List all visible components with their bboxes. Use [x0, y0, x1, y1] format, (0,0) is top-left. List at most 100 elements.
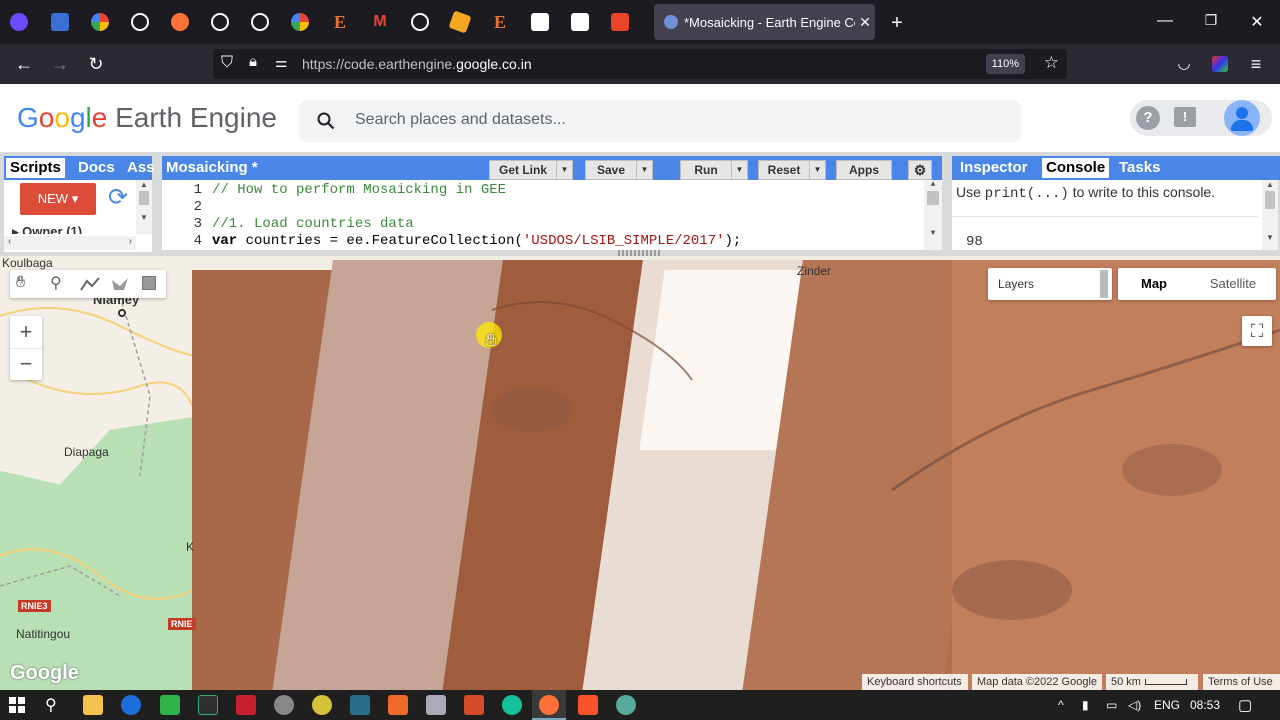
- restore-icon[interactable]: ❐: [1201, 12, 1221, 29]
- keyboard-shortcuts-link[interactable]: Keyboard shortcuts: [862, 674, 968, 690]
- app-icon[interactable]: [121, 695, 141, 715]
- terms-of-use-link[interactable]: Terms of Use: [1203, 674, 1280, 690]
- pinned-tab-arrow[interactable]: [48, 10, 72, 34]
- code-editor[interactable]: 1 // How to perform Mosaicking in GEE 2 …: [162, 180, 942, 250]
- app-icon[interactable]: [350, 695, 370, 715]
- pinned-tab-t[interactable]: [608, 10, 632, 34]
- apps-button[interactable]: Apps: [836, 160, 892, 180]
- pinned-tab-tag[interactable]: [448, 10, 472, 34]
- chevron-down-icon[interactable]: ▼: [636, 161, 652, 179]
- scale-bar[interactable]: 50 km: [1106, 674, 1198, 690]
- reset-button[interactable]: Reset ▼: [758, 160, 826, 180]
- owner-folder[interactable]: ▸ Owner (1): [12, 224, 82, 234]
- satellite-type-button[interactable]: Satellite: [1190, 268, 1276, 300]
- console-scrollbar[interactable]: ▲ ▼: [1262, 180, 1278, 250]
- pinned-tab-code[interactable]: [528, 10, 552, 34]
- pinned-tab-firefox[interactable]: [168, 10, 192, 34]
- search-icon[interactable]: ⚲: [45, 695, 57, 715]
- hand-pan-icon[interactable]: ✋︎: [16, 274, 25, 292]
- google-earth-engine-logo[interactable]: Google Earth Engine: [17, 102, 277, 134]
- powerpoint-icon[interactable]: [464, 695, 484, 715]
- map-type-button[interactable]: Map: [1118, 268, 1190, 300]
- get-link-button[interactable]: Get Link ▼: [489, 160, 573, 180]
- app-icon[interactable]: [160, 695, 180, 715]
- new-tab-button[interactable]: +: [887, 12, 907, 35]
- line-draw-icon[interactable]: [80, 276, 100, 292]
- map-canvas[interactable]: Koulbaga Niamey Diapaga Natitingou Zinde…: [0, 256, 1280, 690]
- close-tab-icon[interactable]: ✕: [855, 14, 875, 31]
- zoom-out-button[interactable]: −: [10, 348, 42, 380]
- tab-tasks[interactable]: Tasks: [1115, 158, 1164, 178]
- pinned-tab-proton[interactable]: [7, 10, 31, 34]
- app-icon[interactable]: [198, 695, 218, 715]
- bookmark-star-icon[interactable]: ☆: [1044, 53, 1059, 73]
- pinned-tab-globe[interactable]: [128, 10, 152, 34]
- point-marker-icon[interactable]: ⚲: [50, 273, 62, 293]
- pinned-tab-e-letter-icon[interactable]: E: [328, 10, 352, 34]
- close-window-icon[interactable]: ✕: [1247, 12, 1267, 32]
- save-button[interactable]: Save ▼: [585, 160, 653, 180]
- settings-gear-icon[interactable]: ⚙: [908, 160, 932, 180]
- url-bar[interactable]: ⛉ 🔒︎ ⚌ https://code.earthengine.google.c…: [213, 49, 1067, 79]
- run-button[interactable]: Run ▼: [680, 160, 748, 180]
- pinned-tab-google[interactable]: [88, 10, 112, 34]
- pinned-tab-gmail-icon[interactable]: M: [368, 10, 392, 34]
- search-box[interactable]: [299, 100, 1021, 142]
- feedback-icon[interactable]: !: [1174, 107, 1196, 127]
- extension-icon[interactable]: [1209, 53, 1231, 75]
- app-icon[interactable]: [616, 695, 636, 715]
- app-icon[interactable]: [274, 695, 294, 715]
- search-input[interactable]: [355, 111, 955, 129]
- volume-icon[interactable]: ◁): [1128, 698, 1141, 712]
- tab-assets[interactable]: Ass: [123, 158, 159, 178]
- brave-icon[interactable]: [578, 695, 598, 715]
- usb-icon[interactable]: ▮: [1082, 698, 1089, 712]
- layers-scroll-icon[interactable]: [1100, 270, 1108, 298]
- chevron-down-icon[interactable]: ▼: [809, 161, 825, 179]
- tray-chevron-icon[interactable]: ^: [1058, 698, 1064, 712]
- chevron-down-icon[interactable]: ▼: [731, 161, 747, 179]
- notifications-icon[interactable]: ▢: [1238, 696, 1252, 714]
- app-icon[interactable]: [236, 695, 256, 715]
- permissions-icon[interactable]: ⚌: [275, 54, 288, 71]
- left-panel-scrollbar[interactable]: ▲ ▼: [136, 180, 152, 234]
- tab-console[interactable]: Console: [1042, 158, 1110, 178]
- lock-icon[interactable]: 🔒︎: [249, 53, 257, 70]
- pinned-tab-google[interactable]: [288, 10, 312, 34]
- taskbar-firefox-active[interactable]: [532, 690, 566, 720]
- pinned-tab-code[interactable]: [568, 10, 592, 34]
- pinned-tab-globe[interactable]: [408, 10, 432, 34]
- avatar[interactable]: [1224, 100, 1260, 136]
- grammarly-icon[interactable]: [502, 695, 522, 715]
- tab-docs[interactable]: Docs: [74, 158, 119, 178]
- polygon-draw-icon[interactable]: [110, 276, 130, 292]
- windows-start-icon[interactable]: [9, 697, 25, 713]
- clock[interactable]: 08:53: [1190, 698, 1220, 712]
- editor-scrollbar[interactable]: ▲ ▼: [924, 180, 942, 250]
- pinned-tab-e-letter-icon[interactable]: E: [488, 10, 512, 34]
- reload-icon[interactable]: ↻: [85, 53, 107, 75]
- file-explorer-icon[interactable]: [83, 695, 103, 715]
- pinned-tab-globe[interactable]: [248, 10, 272, 34]
- zoom-level[interactable]: 110%: [985, 54, 1025, 74]
- language-indicator[interactable]: ENG: [1154, 698, 1180, 712]
- refresh-icon[interactable]: ⟳: [104, 184, 132, 212]
- rectangle-draw-icon[interactable]: [142, 276, 156, 290]
- app-icon[interactable]: [388, 695, 408, 715]
- help-icon[interactable]: ?: [1136, 106, 1160, 130]
- forward-arrow-icon[interactable]: →: [49, 53, 71, 75]
- tab-scripts[interactable]: Scripts: [6, 158, 65, 178]
- shield-icon[interactable]: ⛉: [221, 54, 233, 72]
- layers-control[interactable]: Layers: [988, 268, 1112, 300]
- menu-icon[interactable]: ≡: [1245, 53, 1267, 75]
- pinned-tab-globe[interactable]: [208, 10, 232, 34]
- left-panel-hscrollbar[interactable]: ‹ ›: [4, 236, 136, 250]
- fullscreen-icon[interactable]: ⛶: [1242, 316, 1272, 346]
- app-icon[interactable]: [312, 695, 332, 715]
- zoom-in-button[interactable]: +: [10, 316, 42, 348]
- active-tab[interactable]: *Mosaicking - Earth Engine Cod ✕: [654, 4, 875, 40]
- app-icon[interactable]: [426, 695, 446, 715]
- back-arrow-icon[interactable]: ←: [13, 53, 35, 75]
- new-script-button[interactable]: NEW ▾: [20, 183, 96, 215]
- minimize-icon[interactable]: —: [1155, 12, 1175, 30]
